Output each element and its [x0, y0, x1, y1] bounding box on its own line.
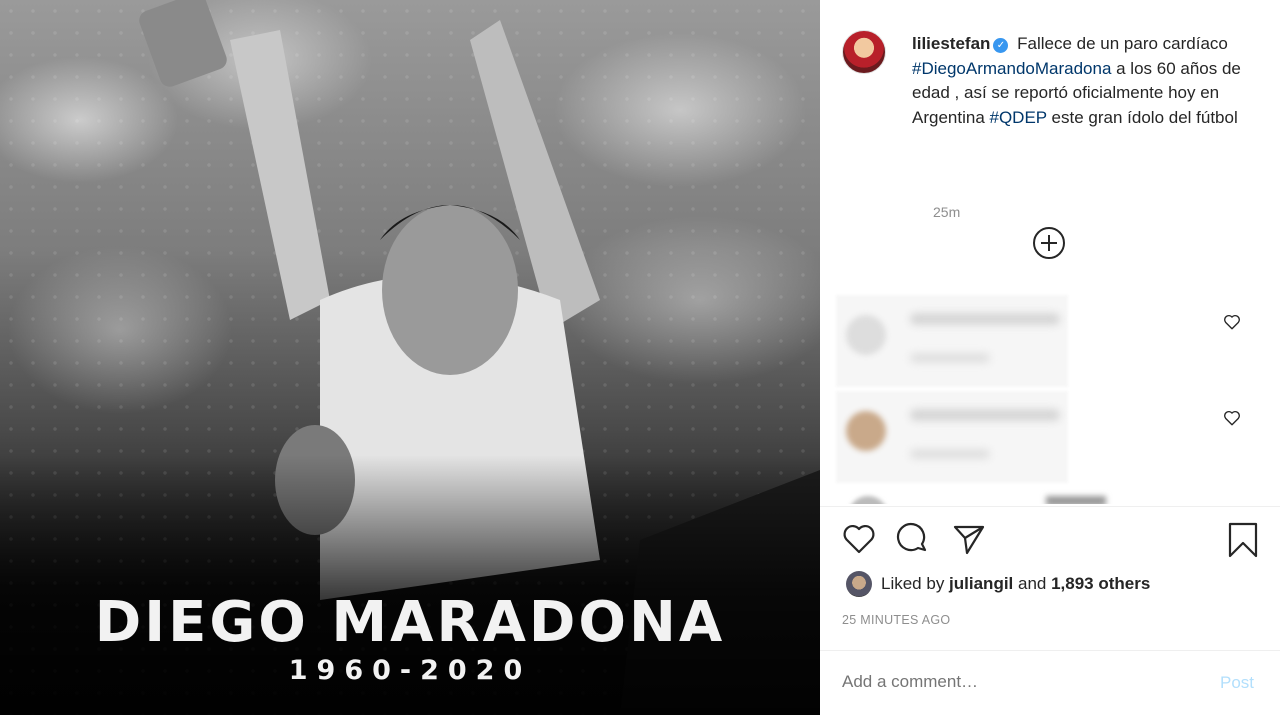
blurred-comment-text: [910, 409, 1060, 421]
post-image[interactable]: DIEGO MARADONA 1960-2020: [0, 0, 820, 715]
likes-count[interactable]: 1,893 others: [1051, 574, 1150, 593]
post-sidebar: liliestefan ✓ Fallece de un paro cardíaco…: [820, 0, 1280, 715]
caption-text-3: este gran ídolo del fútbol: [1046, 107, 1238, 127]
heart-icon[interactable]: [842, 522, 876, 556]
comment-avatar: [846, 411, 886, 451]
speech-bubble-icon[interactable]: [896, 522, 930, 556]
post-timestamp[interactable]: 25 MINUTES AGO: [842, 613, 950, 627]
paper-plane-icon[interactable]: [952, 522, 986, 556]
caption-text-1: Fallece de un paro cardíaco: [1012, 34, 1228, 53]
blurred-comment-meta: [910, 353, 990, 363]
comment-avatar: [846, 315, 886, 355]
divider: [820, 506, 1280, 507]
comment-item: [836, 391, 1266, 483]
liker-username[interactable]: juliangil: [949, 574, 1013, 593]
liker-avatar[interactable]: [846, 571, 872, 597]
hashtag-link[interactable]: #QDEP: [990, 108, 1047, 127]
likes-prefix: Liked by: [881, 574, 950, 593]
blurred-comment-text: [910, 313, 1060, 325]
verified-badge-icon: ✓: [993, 38, 1009, 53]
blurred-comment-text: [1046, 496, 1106, 504]
likes-middle: and: [1013, 574, 1052, 593]
caption-text: liliestefan ✓ Fallece de un paro cardíaco…: [912, 32, 1262, 130]
likes-text: Liked by juliangil and 1,893 others: [881, 574, 1150, 594]
overlay-years: 1960-2020: [288, 655, 532, 686]
caption-time[interactable]: 25m: [933, 204, 960, 220]
comment-item-partial: [836, 488, 1266, 504]
heart-icon[interactable]: [1223, 409, 1241, 427]
comment-avatar: [848, 496, 888, 504]
caption-username[interactable]: liliestefan: [912, 34, 990, 53]
hashtag-link[interactable]: #DiegoArmandoMaradona: [912, 59, 1111, 78]
heart-icon[interactable]: [1223, 313, 1241, 331]
comment-input[interactable]: [842, 672, 1172, 692]
post-button[interactable]: Post: [1220, 673, 1254, 693]
overlay-name: DIEGO MARADONA: [94, 590, 726, 655]
comment-item: [836, 295, 1266, 387]
bookmark-icon[interactable]: [1226, 522, 1260, 558]
plus-circle-icon[interactable]: [1032, 226, 1066, 260]
divider: [820, 650, 1280, 651]
avatar[interactable]: [842, 30, 886, 74]
blurred-comment-meta: [910, 449, 990, 459]
